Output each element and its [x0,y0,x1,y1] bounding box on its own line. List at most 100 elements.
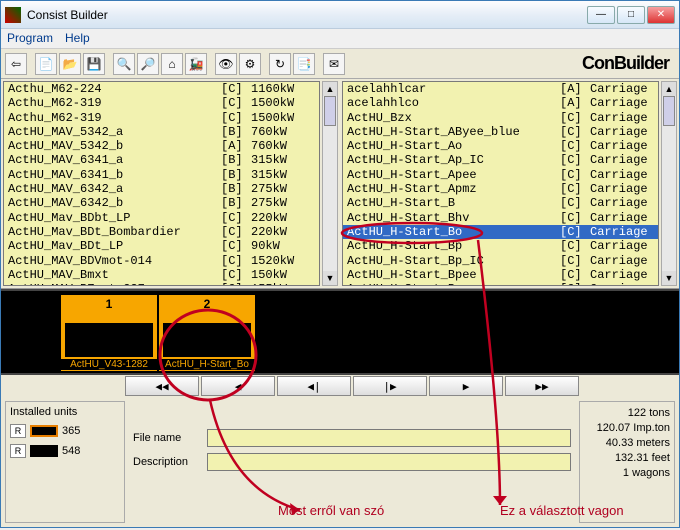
slot-label: ActHU_H-Start_Bo [159,359,255,370]
list-item[interactable]: Acthu_M62-224[C]1160kW [4,82,319,96]
list-item[interactable]: ActHU_H-Start_Apmz[C]Carriage [343,182,658,196]
list-item[interactable]: ActHU_MAV_BZmot-237[C]155kW [4,282,319,286]
toolbar-button-17[interactable]: ✉ [323,53,345,75]
titlebar: Consist Builder — □ ✕ [1,1,679,29]
menubar: Program Help [1,29,679,49]
list-item[interactable]: ActHU_MAV_Bmxt[C]150kW [4,268,319,282]
filename-input[interactable] [207,429,571,447]
list-item[interactable]: Acthu_M62-319[C]1500kW [4,111,319,125]
app-window: Consist Builder — □ ✕ Program Help ⇦ 📄📂💾 🔍… [0,0,680,528]
list-item[interactable]: Acthu_M62-319[C]1500kW [4,96,319,110]
list-item[interactable]: ActHU_H-Start_Bo[C]Carriage [343,225,658,239]
engine-list-scrollbar[interactable]: ▲ ▼ [322,81,338,286]
toolbar-button-3[interactable]: 📂 [59,53,81,75]
scroll-thumb[interactable] [324,96,336,126]
reverse-button[interactable]: R [10,444,26,458]
scroll-thumb[interactable] [663,96,675,126]
loco-icon [65,323,153,357]
list-item[interactable]: ActHU_H-Start_Ap_IC[C]Carriage [343,153,658,167]
menu-help[interactable]: Help [65,31,90,46]
toolbar-button-4[interactable]: 💾 [83,53,105,75]
list-item[interactable]: ActHU_H-Start_B[C]Carriage [343,196,658,210]
list-item[interactable]: ActHU_H-Start_Bpmz[C]Carriage [343,282,658,286]
wagon-icon [163,323,251,357]
brand-label: ConBuilder [582,53,675,74]
list-item[interactable]: ActHU_H-Start_Bp[C]Carriage [343,239,658,253]
list-item[interactable]: ActHU_H-Start_AByee_blue[C]Carriage [343,125,658,139]
stat-wagons: 1 wagons [584,466,670,481]
toolbar-button-2[interactable]: 📄 [35,53,57,75]
list-item[interactable]: ActHU_MAV_6341_a[B]315kW [4,153,319,167]
list-item[interactable]: ActHU_H-Start_Bhv[C]Carriage [343,211,658,225]
list-item[interactable]: ActHU_Mav_BDt_Bombardier[C]220kW [4,225,319,239]
toolbar-button-12[interactable]: ⚙ [239,53,261,75]
installed-units-panel: Installed units R 365 R 548 [5,401,125,523]
toolbar-button-15[interactable]: 📑 [293,53,315,75]
slot-number: 2 [159,295,255,311]
list-item[interactable]: ActHU_MAV_5342_a[B]760kW [4,125,319,139]
list-item[interactable]: ActHU_Mav_BDbt_LP[C]220kW [4,211,319,225]
stat-impton: 120.07 Imp.ton [584,421,670,436]
nav-first-button[interactable]: ◀◀ [125,376,199,396]
toolbar-button-14[interactable]: ↻ [269,53,291,75]
carriage-list-scrollbar[interactable]: ▲ ▼ [661,81,677,286]
list-item[interactable]: ActHU_H-Start_Bpee[C]Carriage [343,268,658,282]
nav-stepfwd-button[interactable]: |▶ [353,376,427,396]
scroll-up-icon[interactable]: ▲ [662,82,676,96]
slot-number: 1 [61,295,157,311]
carriage-list[interactable]: acelahhlcar[A]Carriageacelahhlco[A]Carri… [342,81,659,286]
stat-tons: 122 tons [584,406,670,421]
list-item[interactable]: ActHU_MAV_BDVmot-014[C]1520kW [4,254,319,268]
nav-row: ◀◀ ◀ ◀| |▶ ▶ ▶▶ [1,375,679,397]
lists-area: Acthu_M62-224[C]1160kWActhu_M62-319[C]15… [1,79,679,289]
app-icon [5,7,21,23]
consist-strip[interactable]: 1 ActHU_V43-1282 2 ActHU_H-Start_Bo [1,289,679,375]
stats-panel: 122 tons 120.07 Imp.ton 40.33 meters 132… [579,401,675,523]
consist-slot-2[interactable]: 2 ActHU_H-Start_Bo [159,295,255,371]
toolbar-button-9[interactable]: 🚂 [185,53,207,75]
maximize-button[interactable]: □ [617,6,645,24]
list-item[interactable]: ActHU_Mav_BDt_LP[C]90kW [4,239,319,253]
wagon-icon [30,445,58,457]
nav-stepback-button[interactable]: ◀| [277,376,351,396]
toolbar-button-0[interactable]: ⇦ [5,53,27,75]
toolbar: ⇦ 📄📂💾 🔍🔎⌂🚂 👁⚙ ↻📑 ✉ ConBuilder [1,49,679,79]
list-item[interactable]: ActHU_H-Start_Apee[C]Carriage [343,168,658,182]
list-item[interactable]: acelahhlcar[A]Carriage [343,82,658,96]
list-item[interactable]: ActHU_MAV_5342_b[A]760kW [4,139,319,153]
toolbar-button-6[interactable]: 🔍 [113,53,135,75]
list-item[interactable]: ActHU_MAV_6341_b[B]315kW [4,168,319,182]
toolbar-button-8[interactable]: ⌂ [161,53,183,75]
nav-prev-button[interactable]: ◀ [201,376,275,396]
description-input[interactable] [207,453,571,471]
toolbar-button-7[interactable]: 🔎 [137,53,159,75]
toolbar-button-11[interactable]: 👁 [215,53,237,75]
menu-program[interactable]: Program [7,31,53,46]
description-label: Description [133,456,201,468]
scroll-down-icon[interactable]: ▼ [323,271,337,285]
nav-next-button[interactable]: ▶ [429,376,503,396]
reverse-button[interactable]: R [10,424,26,438]
filename-label: File name [133,432,201,444]
list-item[interactable]: ActHU_Bzx[C]Carriage [343,111,658,125]
engine-list[interactable]: Acthu_M62-224[C]1160kWActhu_M62-319[C]15… [3,81,320,286]
list-item[interactable]: ActHU_H-Start_Ao[C]Carriage [343,139,658,153]
installed-units-header: Installed units [10,406,120,418]
consist-slot-1[interactable]: 1 ActHU_V43-1282 [61,295,157,371]
minimize-button[interactable]: — [587,6,615,24]
nav-last-button[interactable]: ▶▶ [505,376,579,396]
stat-feet: 132.31 feet [584,451,670,466]
loco-count: 365 [62,425,80,437]
wagon-count: 548 [62,445,80,457]
slot-label: ActHU_V43-1282 [61,359,157,370]
loco-icon [30,425,58,437]
list-item[interactable]: ActHU_MAV_6342_a[B]275kW [4,182,319,196]
close-button[interactable]: ✕ [647,6,675,24]
bottom-panel: Installed units R 365 R 548 File name De… [1,397,679,527]
list-item[interactable]: acelahhlco[A]Carriage [343,96,658,110]
list-item[interactable]: ActHU_MAV_6342_b[B]275kW [4,196,319,210]
scroll-up-icon[interactable]: ▲ [323,82,337,96]
scroll-down-icon[interactable]: ▼ [662,271,676,285]
fields-panel: File name Description [133,401,571,523]
list-item[interactable]: ActHU_H-Start_Bp_IC[C]Carriage [343,254,658,268]
